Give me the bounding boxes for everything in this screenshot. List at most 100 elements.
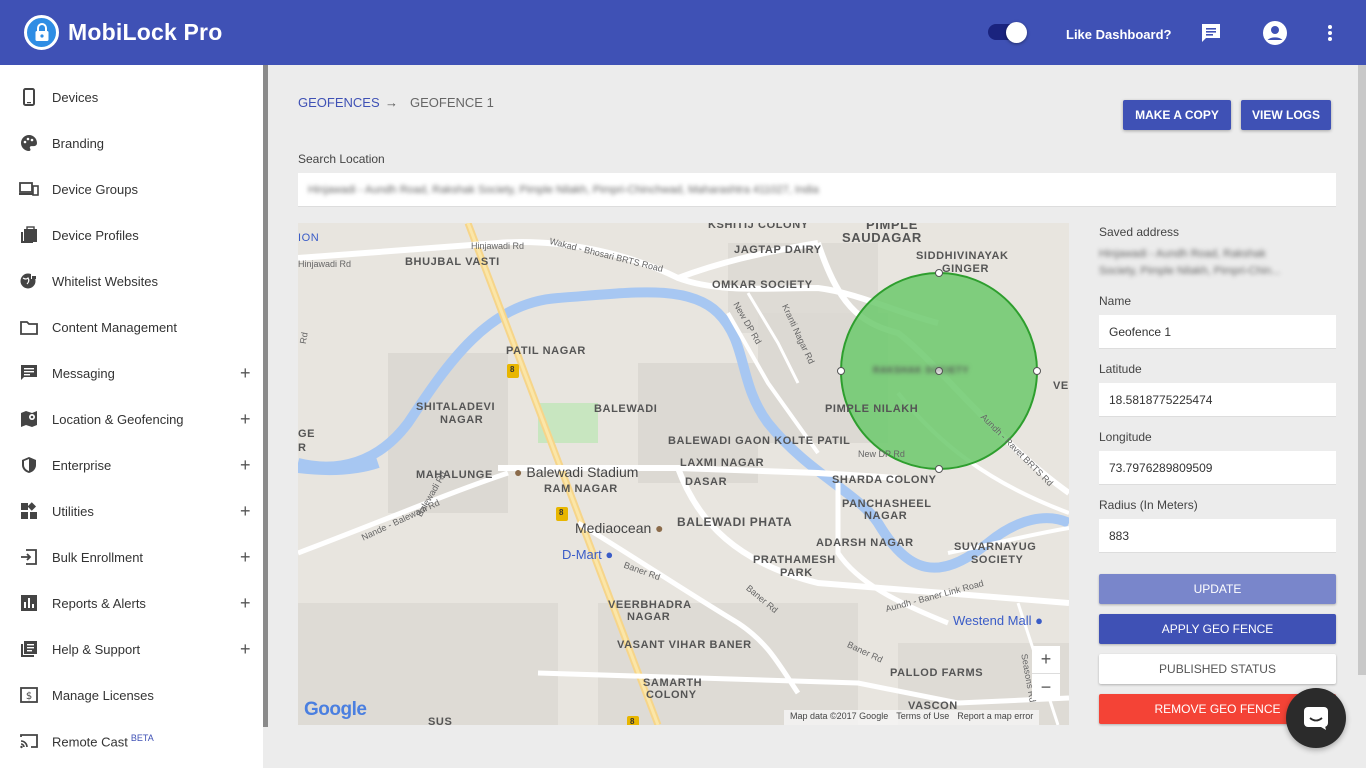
apply-geo-fence-button[interactable]: APPLY GEO FENCE bbox=[1099, 614, 1336, 644]
shield-icon bbox=[19, 455, 39, 475]
map-label: RAKSHAK SOCIETY bbox=[873, 365, 970, 375]
expand-plus-icon[interactable]: + bbox=[240, 639, 251, 660]
poi-label: Balewadi Stadium bbox=[526, 464, 639, 480]
view-logs-button[interactable]: VIEW LOGS bbox=[1241, 100, 1331, 130]
breadcrumb-geofences[interactable]: GEOFENCES bbox=[298, 95, 380, 110]
map-label: PATIL NAGAR bbox=[506, 345, 586, 357]
map-label: SUVARNAYUG bbox=[954, 541, 1037, 553]
expand-plus-icon[interactable]: + bbox=[240, 409, 251, 430]
terms-of-use-link[interactable]: Terms of Use bbox=[896, 711, 949, 724]
map-label: OMKAR SOCIETY bbox=[712, 279, 813, 291]
poi-label: Mediaocean bbox=[575, 520, 652, 536]
sidebar-item-label: Utilities bbox=[52, 503, 94, 519]
sidebar-item-device-profiles[interactable]: Device Profiles bbox=[0, 212, 263, 258]
sidebar-item-label: Manage Licenses bbox=[52, 687, 154, 703]
map-label: VASANT VIHAR BANER bbox=[617, 639, 752, 651]
sidebar-item-whitelist-websites[interactable]: Whitelist Websites bbox=[0, 258, 263, 304]
expand-plus-icon[interactable]: + bbox=[240, 593, 251, 614]
sidebar-item-branding[interactable]: Branding bbox=[0, 120, 263, 166]
account-icon[interactable] bbox=[1262, 20, 1288, 46]
page-scrollbar[interactable] bbox=[1358, 65, 1366, 675]
more-vert-icon[interactable] bbox=[1317, 20, 1343, 46]
sidebar-item-label: Help & Support bbox=[52, 641, 141, 657]
map-data-attribution: Map data ©2017 Google bbox=[790, 711, 889, 721]
sidebar-item-reports-alerts[interactable]: Reports & Alerts + bbox=[0, 580, 263, 626]
map-label: LAXMI NAGAR bbox=[680, 457, 765, 469]
sidebar-item-enterprise[interactable]: Enterprise + bbox=[0, 442, 263, 488]
sidebar-item-help-support[interactable]: Help & Support + bbox=[0, 626, 263, 672]
latitude-label: Latitude bbox=[1099, 362, 1142, 376]
chart-icon bbox=[19, 593, 39, 613]
zoom-out-button[interactable]: − bbox=[1032, 673, 1060, 700]
poi-dmart[interactable]: D-Mart ● bbox=[562, 547, 613, 562]
published-status-button[interactable]: PUBLISHED STATUS bbox=[1099, 654, 1336, 684]
globe-lock-icon bbox=[19, 271, 39, 291]
map-label: NAGAR bbox=[440, 414, 484, 426]
zoom-in-button[interactable]: + bbox=[1032, 646, 1060, 673]
search-location-label: Search Location bbox=[298, 152, 385, 166]
search-location-value: Hinjawadi - Aundh Road, Rakshak Society,… bbox=[308, 183, 819, 196]
map-label: COLONY bbox=[646, 689, 697, 701]
expand-plus-icon[interactable]: + bbox=[240, 501, 251, 522]
profiles-icon bbox=[19, 225, 39, 245]
map-label: PARK bbox=[780, 567, 813, 579]
chat-widget-button[interactable] bbox=[1286, 688, 1346, 748]
sidebar-item-remote-cast[interactable]: Remote Cast BETA bbox=[0, 718, 263, 764]
sidebar-item-devices[interactable]: Devices bbox=[0, 74, 263, 120]
sidebar-item-label: Remote Cast BETA bbox=[52, 733, 154, 749]
saved-address-line2: Society, Pimple Nilakh, Pimpri-Chin... bbox=[1099, 265, 1281, 277]
google-logo: Google bbox=[304, 699, 367, 720]
search-location-input[interactable]: Hinjawadi - Aundh Road, Rakshak Society,… bbox=[298, 173, 1336, 207]
sidebar-item-bulk-enrollment[interactable]: Bulk Enrollment + bbox=[0, 534, 263, 580]
map-label: BALEWADI GAON KOLTE PATIL bbox=[668, 435, 851, 447]
expand-plus-icon[interactable]: + bbox=[240, 363, 251, 384]
road-label: Rd bbox=[298, 331, 310, 345]
map-label: SIDDHIVINAYAK bbox=[916, 250, 1009, 262]
poi-balewadi-stadium[interactable]: ● Balewadi Stadium bbox=[514, 464, 638, 480]
radius-input[interactable]: 883 bbox=[1099, 519, 1336, 553]
breadcrumb-current: GEOFENCE 1 bbox=[410, 95, 494, 110]
map-label: ADARSH NAGAR bbox=[816, 537, 914, 549]
license-icon: $ bbox=[19, 685, 39, 705]
map-label: MAHALUNGE bbox=[416, 469, 493, 481]
like-dashboard-text[interactable]: Like Dashboard? bbox=[1066, 27, 1171, 42]
name-input[interactable]: Geofence 1 bbox=[1099, 315, 1336, 349]
map-view[interactable]: KSHITIJ COLONY PIMPLE SAUDAGAR ION BHUJB… bbox=[298, 223, 1069, 725]
app-logo[interactable] bbox=[24, 15, 59, 50]
sidebar-item-messaging[interactable]: Messaging + bbox=[0, 350, 263, 396]
longitude-input[interactable]: 73.7976289809509 bbox=[1099, 451, 1336, 485]
poi-westend-mall[interactable]: Westend Mall ● bbox=[953, 613, 1043, 628]
map-label: NAGAR bbox=[627, 611, 671, 623]
expand-plus-icon[interactable]: + bbox=[240, 455, 251, 476]
app-title: MobiLock Pro bbox=[68, 19, 223, 45]
highway-shield-label: 8 bbox=[630, 717, 635, 725]
breadcrumb-arrow: → bbox=[385, 95, 398, 110]
top-app-bar: MobiLock Pro Like Dashboard? bbox=[0, 0, 1366, 65]
sidebar-item-device-groups[interactable]: Device Groups bbox=[0, 166, 263, 212]
remote-cast-label: Remote Cast bbox=[52, 734, 128, 750]
map-label: BALEWADI PHATA bbox=[677, 515, 793, 529]
sidebar-scrollbar[interactable] bbox=[263, 65, 268, 727]
update-button[interactable]: UPDATE bbox=[1099, 574, 1336, 604]
dashboard-toggle-knob[interactable] bbox=[1006, 22, 1027, 43]
map-pin-icon bbox=[19, 409, 39, 429]
name-value: Geofence 1 bbox=[1109, 324, 1172, 339]
sidebar-item-location-geofencing[interactable]: Location & Geofencing + bbox=[0, 396, 263, 442]
highway-shield-label: 8 bbox=[559, 508, 564, 517]
make-copy-button[interactable]: MAKE A COPY bbox=[1123, 100, 1231, 130]
report-map-error-link[interactable]: Report a map error bbox=[957, 711, 1033, 724]
sidebar-item-content-management[interactable]: Content Management bbox=[0, 304, 263, 350]
sidebar-item-utilities[interactable]: Utilities + bbox=[0, 488, 263, 534]
cast-icon bbox=[19, 731, 39, 751]
help-doc-icon bbox=[19, 639, 39, 659]
sidebar-item-manage-licenses[interactable]: $ Manage Licenses bbox=[0, 672, 263, 718]
feedback-icon[interactable] bbox=[1198, 20, 1224, 46]
chat-icon bbox=[1304, 707, 1328, 730]
map-label: ION bbox=[298, 232, 320, 244]
expand-plus-icon[interactable]: + bbox=[240, 547, 251, 568]
sidebar-item-label: Messaging bbox=[52, 365, 115, 381]
latitude-input[interactable]: 18.5818775225474 bbox=[1099, 383, 1336, 417]
saved-address-line1: Hinjawadi - Aundh Road, Rakshak bbox=[1099, 248, 1266, 260]
map-label: PIMPLE NILAKH bbox=[825, 403, 919, 415]
poi-mediaocean[interactable]: Mediaocean ● bbox=[575, 520, 664, 536]
